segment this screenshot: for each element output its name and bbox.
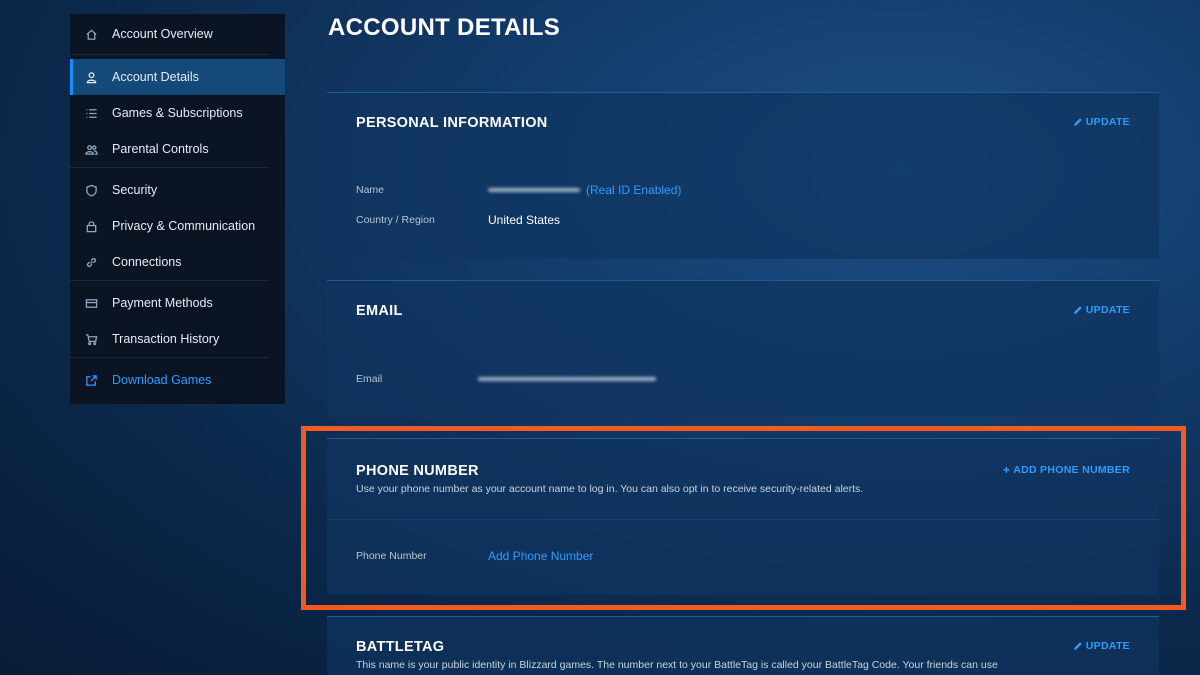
card-title: EMAIL [356,303,403,319]
country-value: United States [488,213,561,227]
country-row: Country / Region United States [356,213,560,227]
shield-icon [84,183,98,197]
nav-group-payments: Payment Methods Transaction History [70,285,270,358]
email-row: Email [356,373,656,385]
update-label: UPDATE [1085,304,1130,316]
email-update-button[interactable]: UPDATE [1073,304,1130,316]
list-icon [84,106,98,120]
card-header: BATTLETAG This name is your public ident… [327,617,1159,671]
sidebar-item-label: Account Details [112,70,199,84]
redacted-name [488,188,580,192]
credit-card-icon [84,296,98,310]
personal-information-card: PERSONAL INFORMATION UPDATE Name (Real I… [327,92,1159,259]
sidebar-item-games-subscriptions[interactable]: Games & Subscriptions [70,95,270,131]
link-icon [84,255,98,269]
card-header: EMAIL UPDATE [327,281,1159,319]
sidebar-item-label: Security [112,183,158,197]
card-description: Use your phone number as your account na… [356,483,864,495]
pencil-icon [1073,118,1082,126]
plus-icon: + [1002,463,1011,477]
nav-group-overview: Account Overview [70,14,270,55]
sidebar-item-download-games[interactable]: Download Games [70,362,270,398]
nav-group-security: Security Privacy & Communication Connect… [70,172,270,281]
page-title: ACCOUNT DETAILS [328,14,561,41]
sidebar-item-label: Games & Subscriptions [112,106,243,120]
nav-group-downloads: Download Games [70,362,270,398]
user-icon [84,70,98,84]
card-title: PERSONAL INFORMATION [356,115,548,131]
external-link-icon [84,373,98,387]
account-sidebar: Account Overview Account Details Games &… [70,14,285,404]
card-divider [327,519,1159,520]
battletag-update-button[interactable]: UPDATE [1073,640,1130,652]
pencil-icon [1073,306,1082,314]
cart-icon [84,332,98,346]
sidebar-item-label: Transaction History [112,332,220,346]
users-icon [84,142,98,156]
sidebar-item-connections[interactable]: Connections [70,244,270,280]
update-label: UPDATE [1085,116,1130,128]
sidebar-item-label: Parental Controls [112,142,209,156]
name-row: Name (Real ID Enabled) [356,183,681,197]
pencil-icon [1073,642,1082,650]
add-phone-link[interactable]: Add Phone Number [488,549,593,563]
add-phone-label: ADD PHONE NUMBER [1013,464,1130,476]
sidebar-item-account-details[interactable]: Account Details [70,59,285,95]
card-header: PHONE NUMBER Use your phone number as yo… [327,439,1159,495]
sidebar-item-label: Privacy & Communication [112,219,256,233]
home-icon [84,27,98,41]
sidebar-item-transaction-history[interactable]: Transaction History [70,321,270,357]
lock-icon [84,219,98,233]
name-label: Name [356,184,385,196]
sidebar-item-account-overview[interactable]: Account Overview [70,14,270,54]
email-label: Email [356,373,383,385]
nav-group-account: Account Details Games & Subscriptions Pa… [70,59,285,168]
card-header: PERSONAL INFORMATION UPDATE [327,93,1159,131]
sidebar-item-label: Account Overview [112,27,213,41]
country-label: Country / Region [356,214,435,226]
personal-update-button[interactable]: UPDATE [1073,116,1130,128]
sidebar-item-payment-methods[interactable]: Payment Methods [70,285,270,321]
sidebar-item-label: Payment Methods [112,296,213,310]
sidebar-item-privacy-communication[interactable]: Privacy & Communication [70,208,270,244]
battletag-card: BATTLETAG This name is your public ident… [327,616,1159,675]
email-card: EMAIL UPDATE Email [327,280,1159,417]
add-phone-number-button[interactable]: + ADD PHONE NUMBER [1003,463,1130,477]
phone-number-card: PHONE NUMBER Use your phone number as yo… [327,438,1159,595]
card-title: BATTLETAG [356,639,445,655]
sidebar-item-label: Connections [112,255,182,269]
sidebar-item-label: Download Games [112,373,212,387]
card-description: This name is your public identity in Bli… [356,659,998,671]
redacted-email [478,377,656,381]
real-id-link[interactable]: (Real ID Enabled) [586,183,681,197]
sidebar-item-security[interactable]: Security [70,172,270,208]
sidebar-item-parental-controls[interactable]: Parental Controls [70,131,270,167]
phone-row: Phone Number Add Phone Number [356,549,593,563]
update-label: UPDATE [1085,640,1130,652]
phone-label: Phone Number [356,550,427,562]
